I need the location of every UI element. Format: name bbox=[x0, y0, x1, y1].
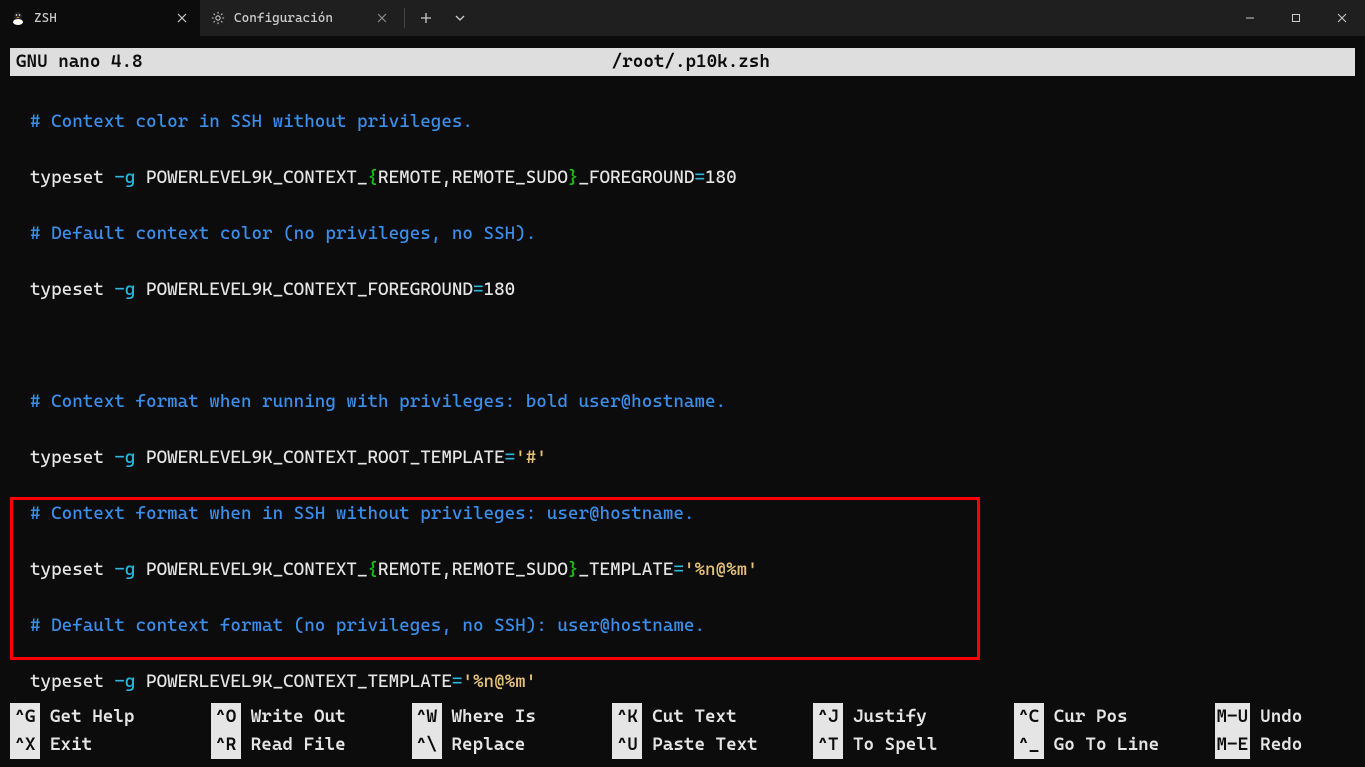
maximize-button[interactable] bbox=[1273, 0, 1319, 36]
close-window-button[interactable] bbox=[1319, 0, 1365, 36]
tab-separator bbox=[404, 8, 405, 28]
code-comment: # Default context format (no privileges,… bbox=[30, 615, 705, 636]
code-token: REMOTE,REMOTE_SUDO bbox=[378, 167, 568, 188]
shortcut-to-spell[interactable]: ^TTo Spell bbox=[813, 731, 1014, 759]
code-token: } bbox=[568, 167, 579, 188]
shortcut-label: Redo bbox=[1260, 731, 1302, 759]
shortcut-label: Exit bbox=[50, 731, 92, 759]
code-token: } bbox=[568, 559, 579, 580]
terminal-viewport[interactable]: GNU nano 4.8 /root/.p10k.zsh # Context c… bbox=[0, 36, 1365, 767]
code-token: -g bbox=[114, 559, 135, 580]
nano-file-path: /root/.p10k.zsh bbox=[173, 48, 1349, 76]
code-token: REMOTE,REMOTE_SUDO bbox=[378, 559, 568, 580]
code-comment: # Context format when in SSH without pri… bbox=[30, 503, 694, 524]
code-token: POWERLEVEL9K_CONTEXT_ROOT_TEMPLATE bbox=[135, 447, 504, 468]
code-token: -g bbox=[114, 671, 135, 692]
close-icon[interactable] bbox=[174, 10, 190, 26]
shortcut-label: Go To Line bbox=[1054, 731, 1159, 759]
tab-zsh[interactable]: ZSH bbox=[0, 0, 200, 36]
code-token: { bbox=[368, 167, 379, 188]
shortcut-label: Write Out bbox=[251, 703, 346, 731]
minimize-button[interactable] bbox=[1227, 0, 1273, 36]
nano-header-bar: GNU nano 4.8 /root/.p10k.zsh bbox=[10, 48, 1355, 76]
shortcut-read-file[interactable]: ^RRead File bbox=[211, 731, 412, 759]
code-token: '#' bbox=[515, 447, 547, 468]
shortcut-row: ^XExit ^RRead File ^\Replace ^UPaste Tex… bbox=[10, 731, 1355, 759]
code-token: typeset bbox=[30, 279, 114, 300]
shortcut-go-to-line[interactable]: ^_Go To Line bbox=[1014, 731, 1215, 759]
shortcut-label: Cut Text bbox=[652, 703, 736, 731]
shortcut-label: Justify bbox=[853, 703, 927, 731]
new-tab-button[interactable] bbox=[409, 0, 443, 36]
code-token: '%n@%m' bbox=[684, 559, 758, 580]
code-token: '%n@%m' bbox=[462, 671, 536, 692]
shortcut-exit[interactable]: ^XExit bbox=[10, 731, 211, 759]
code-token: -g bbox=[114, 167, 135, 188]
code-comment: # Context color in SSH without privilege… bbox=[30, 111, 473, 132]
code-token: -g bbox=[114, 447, 135, 468]
code-token: POWERLEVEL9K_CONTEXT_ bbox=[135, 559, 367, 580]
tab-label: ZSH bbox=[34, 11, 166, 26]
shortcut-write-out[interactable]: ^OWrite Out bbox=[211, 703, 412, 731]
code-token: 180 bbox=[705, 167, 737, 188]
code-comment: # Context format when running with privi… bbox=[30, 391, 726, 412]
shortcut-label: Where Is bbox=[452, 703, 536, 731]
window-titlebar: ZSH Configuración bbox=[0, 0, 1365, 36]
code-token: = bbox=[673, 559, 684, 580]
window-controls bbox=[1227, 0, 1365, 36]
nano-app-name: GNU nano 4.8 bbox=[16, 48, 173, 76]
shortcut-label: To Spell bbox=[853, 731, 937, 759]
gear-icon bbox=[210, 10, 226, 26]
code-token: POWERLEVEL9K_CONTEXT_FOREGROUND bbox=[135, 279, 473, 300]
editor-content[interactable]: # Context color in SSH without privilege… bbox=[10, 76, 1355, 767]
tux-icon bbox=[10, 10, 26, 26]
code-token: -g bbox=[114, 279, 135, 300]
code-token: typeset bbox=[30, 559, 114, 580]
shortcut-paste-text[interactable]: ^UPaste Text bbox=[612, 731, 813, 759]
code-token: { bbox=[368, 559, 379, 580]
shortcut-label: Cur Pos bbox=[1054, 703, 1128, 731]
nano-shortcuts-bar: ^GGet Help ^OWrite Out ^WWhere Is ^KCut … bbox=[10, 703, 1355, 759]
shortcut-label: Get Help bbox=[50, 703, 134, 731]
code-token: POWERLEVEL9K_CONTEXT_ bbox=[135, 167, 367, 188]
shortcut-replace[interactable]: ^\Replace bbox=[412, 731, 613, 759]
tab-dropdown-button[interactable] bbox=[443, 0, 477, 36]
code-token: _FOREGROUND bbox=[578, 167, 694, 188]
shortcut-label: Undo bbox=[1260, 703, 1302, 731]
shortcut-justify[interactable]: ^JJustify bbox=[813, 703, 1014, 731]
code-token: typeset bbox=[30, 447, 114, 468]
shortcut-label: Replace bbox=[452, 731, 526, 759]
code-token: POWERLEVEL9K_CONTEXT_TEMPLATE bbox=[135, 671, 451, 692]
shortcut-label: Read File bbox=[251, 731, 346, 759]
shortcut-where-is[interactable]: ^WWhere Is bbox=[412, 703, 613, 731]
shortcut-label: Paste Text bbox=[652, 731, 757, 759]
code-token: typeset bbox=[30, 671, 114, 692]
shortcut-cut-text[interactable]: ^KCut Text bbox=[612, 703, 813, 731]
shortcut-get-help[interactable]: ^GGet Help bbox=[10, 703, 211, 731]
code-comment: # Default context color (no privileges, … bbox=[30, 223, 536, 244]
shortcut-row: ^GGet Help ^OWrite Out ^WWhere Is ^KCut … bbox=[10, 703, 1355, 731]
shortcut-cur-pos[interactable]: ^CCur Pos bbox=[1014, 703, 1215, 731]
close-icon[interactable] bbox=[374, 10, 390, 26]
code-token: = bbox=[452, 671, 463, 692]
code-token: = bbox=[505, 447, 516, 468]
code-token: = bbox=[473, 279, 484, 300]
tab-config[interactable]: Configuración bbox=[200, 0, 400, 36]
code-token: 180 bbox=[484, 279, 516, 300]
shortcut-redo[interactable]: M-ERedo bbox=[1215, 731, 1356, 759]
code-token: = bbox=[694, 167, 705, 188]
code-token: _TEMPLATE bbox=[578, 559, 673, 580]
code-token: typeset bbox=[30, 167, 114, 188]
tab-label: Configuración bbox=[234, 11, 366, 26]
shortcut-undo[interactable]: M-UUndo bbox=[1215, 703, 1356, 731]
